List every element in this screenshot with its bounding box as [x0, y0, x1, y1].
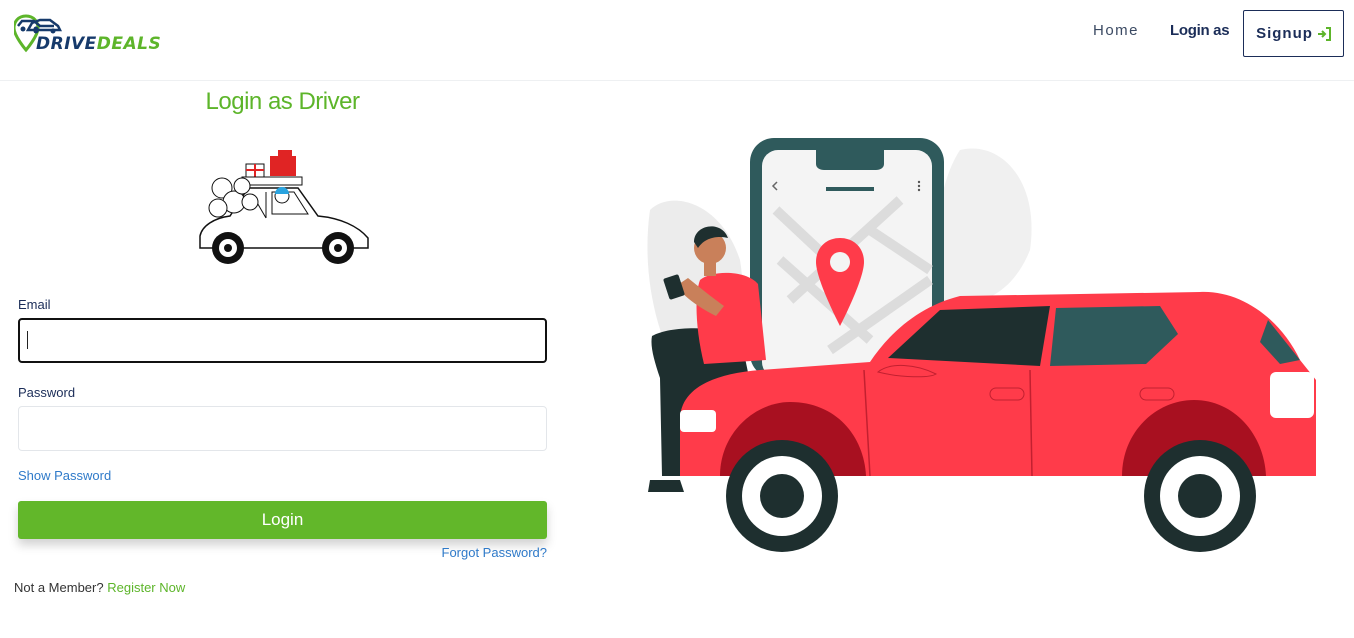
register-now-link[interactable]: Register Now — [107, 580, 185, 595]
password-label: Password — [18, 385, 76, 400]
top-navbar: DRIVEDEALS Home Login as Signup — [0, 0, 1354, 81]
nav-home-link[interactable]: Home — [1093, 22, 1139, 39]
brand-name-deals: DEALS — [96, 34, 162, 54]
page-title: Login as Driver — [205, 88, 360, 115]
driver-car-illustration — [199, 150, 369, 264]
login-button[interactable]: Login — [18, 501, 547, 539]
signup-button[interactable]: Signup — [1243, 10, 1344, 57]
signup-button-label: Signup — [1256, 25, 1313, 42]
not-member-text: Not a Member? — [14, 580, 104, 595]
register-prompt: Not a Member? Register Now — [14, 580, 185, 595]
brand-name-drive: DRIVE — [36, 34, 97, 54]
sign-in-arrow-icon — [1317, 26, 1331, 41]
email-label: Email — [18, 297, 51, 312]
brand-name: DRIVEDEALS — [36, 34, 161, 54]
email-input[interactable] — [18, 318, 547, 363]
nav-login-as-link[interactable]: Login as — [1170, 22, 1230, 39]
password-input[interactable] — [18, 406, 547, 451]
show-password-link[interactable]: Show Password — [18, 468, 111, 483]
brand-logo[interactable]: DRIVEDEALS — [12, 14, 161, 60]
hero-car-phone-illustration — [647, 138, 1316, 552]
forgot-password-link[interactable]: Forgot Password? — [442, 545, 548, 560]
text-caret — [27, 331, 28, 349]
